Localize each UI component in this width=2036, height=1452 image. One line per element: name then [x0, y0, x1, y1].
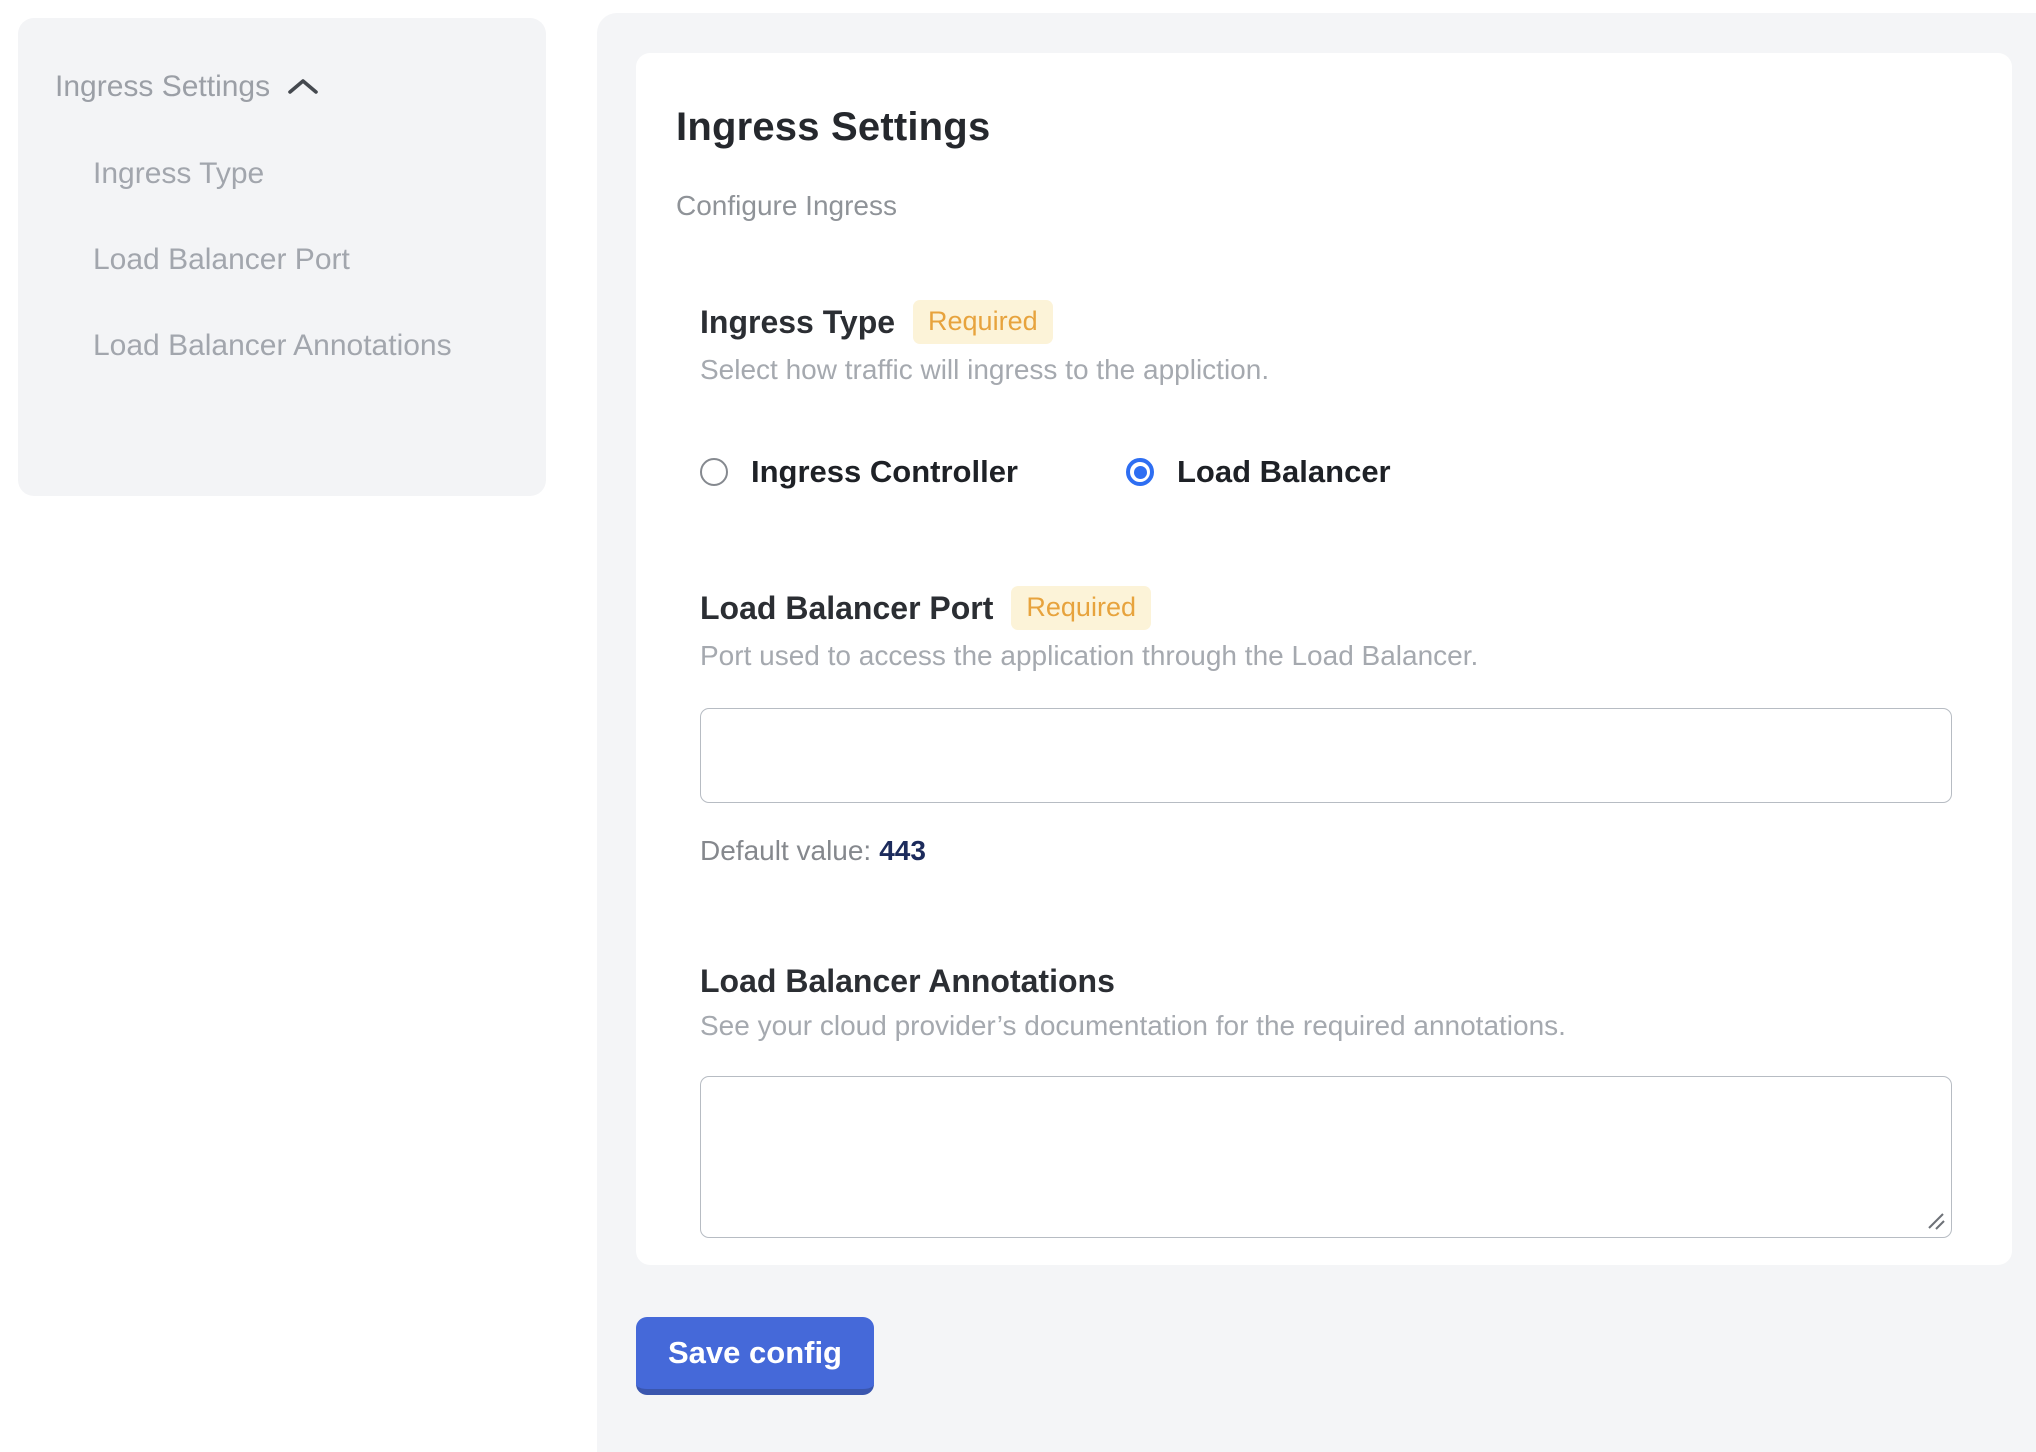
required-badge: Required	[1011, 586, 1151, 630]
sidebar-item-load-balancer-port[interactable]: Load Balancer Port	[93, 230, 453, 290]
sidebar-item-ingress-type[interactable]: Ingress Type	[93, 144, 453, 204]
save-config-button[interactable]: Save config	[636, 1317, 874, 1395]
settings-sidebar: Ingress Settings Ingress Type Load Balan…	[18, 18, 546, 496]
load-balancer-port-label: Load Balancer Port	[700, 590, 993, 627]
page-title: Ingress Settings	[676, 105, 1952, 150]
ingress-type-label: Ingress Type	[700, 304, 895, 341]
radio-load-balancer[interactable]	[1126, 458, 1154, 486]
default-value: 443	[879, 835, 926, 866]
sidebar-section-title: Ingress Settings	[55, 70, 270, 104]
sidebar-item-list: Ingress Type Load Balancer Port Load Bal…	[93, 144, 516, 376]
sidebar-item-load-balancer-annotations[interactable]: Load Balancer Annotations	[93, 316, 453, 376]
load-balancer-annotations-description: See your cloud provider’s documentation …	[700, 1010, 1952, 1042]
load-balancer-annotations-label: Load Balancer Annotations	[700, 963, 1115, 1000]
radio-label-ingress-controller: Ingress Controller	[751, 454, 1018, 490]
default-value-line: Default value: 443	[700, 835, 1952, 867]
ingress-type-description: Select how traffic will ingress to the a…	[700, 354, 1952, 386]
load-balancer-port-input[interactable]	[700, 708, 1952, 803]
required-badge: Required	[913, 300, 1053, 344]
radio-ingress-controller[interactable]	[700, 458, 728, 486]
ingress-type-options: Ingress Controller Load Balancer	[700, 454, 1952, 490]
load-balancer-annotations-textarea[interactable]	[700, 1076, 1952, 1238]
radio-label-load-balancer: Load Balancer	[1177, 454, 1391, 490]
ingress-form: Ingress Type Required Select how traffic…	[700, 300, 1952, 1238]
load-balancer-port-description: Port used to access the application thro…	[700, 640, 1952, 672]
default-value-label: Default value:	[700, 835, 871, 866]
field-load-balancer-annotations: Load Balancer Annotations See your cloud…	[700, 963, 1952, 1238]
radio-option-load-balancer[interactable]: Load Balancer	[1126, 454, 1391, 490]
radio-option-ingress-controller[interactable]: Ingress Controller	[700, 454, 1018, 490]
field-ingress-type: Ingress Type Required Select how traffic…	[700, 300, 1952, 490]
field-load-balancer-port: Load Balancer Port Required Port used to…	[700, 586, 1952, 867]
sidebar-section-toggle[interactable]: Ingress Settings	[55, 70, 516, 104]
ingress-settings-card: Ingress Settings Configure Ingress Ingre…	[636, 53, 2012, 1265]
page-subtitle: Configure Ingress	[676, 190, 1952, 222]
chevron-up-icon	[286, 76, 320, 98]
